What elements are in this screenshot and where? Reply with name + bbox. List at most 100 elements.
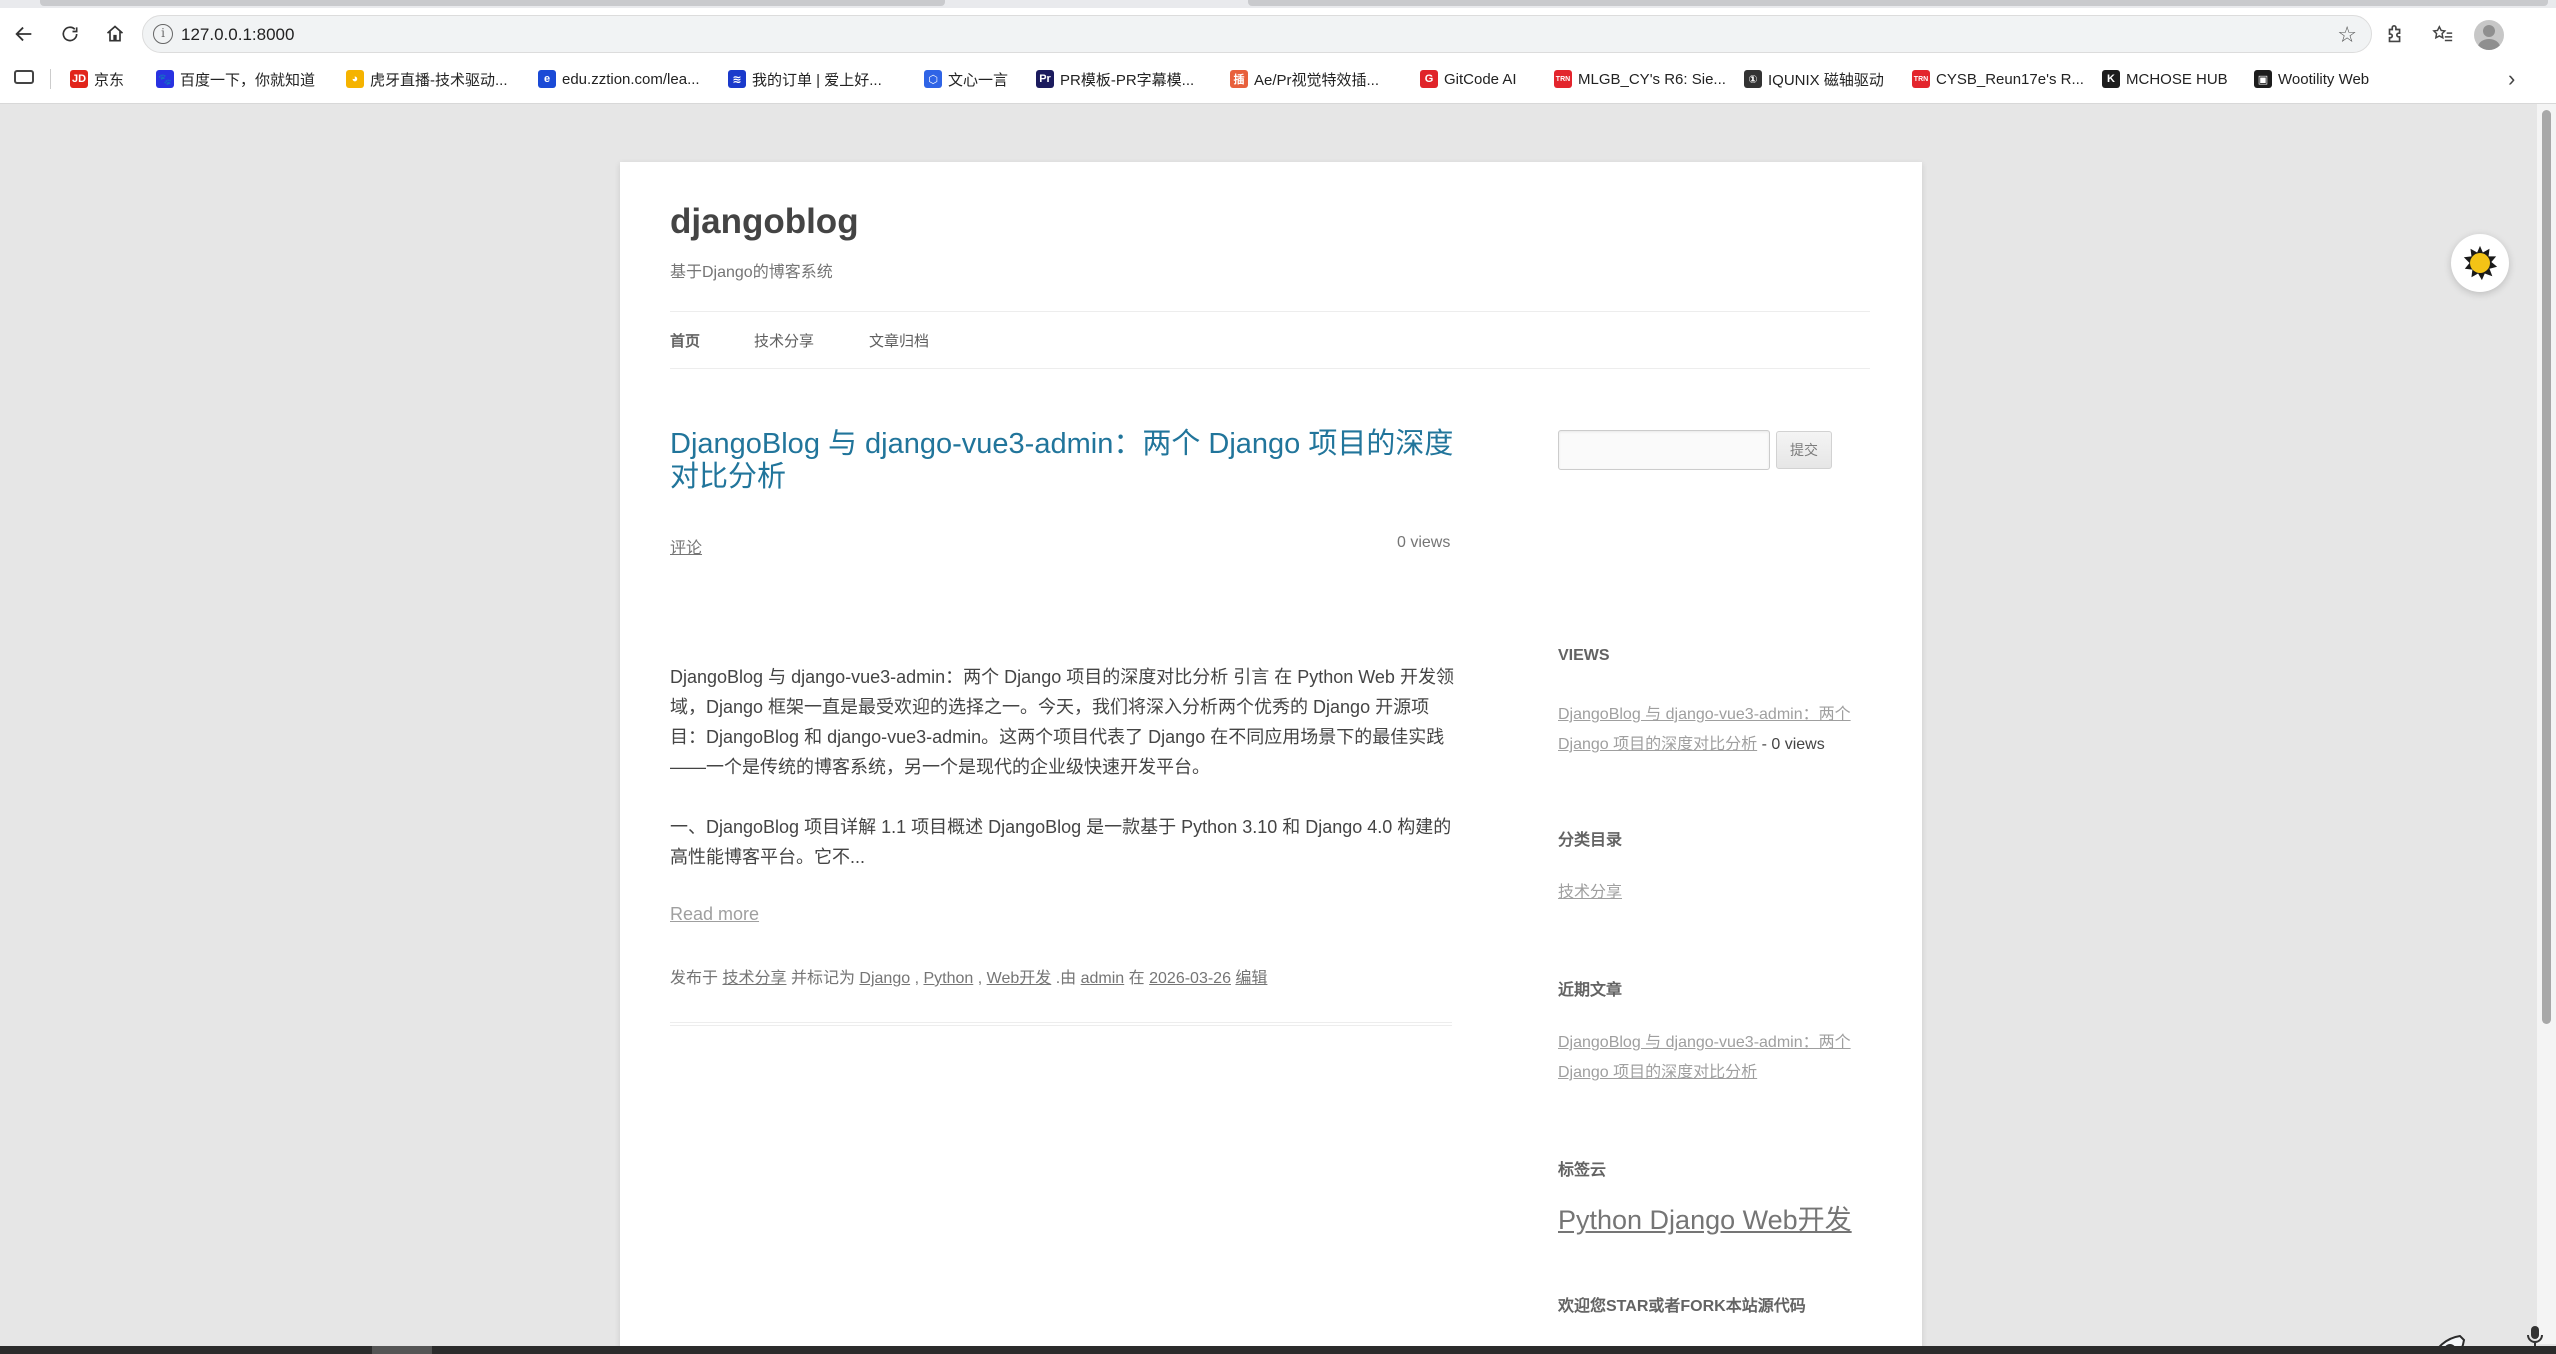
- post-excerpt-paragraph-2: 一、DjangoBlog 项目详解 1.1 项目概述 DjangoBlog 是一…: [670, 817, 1452, 867]
- theme-toggle-button[interactable]: [2451, 234, 2509, 292]
- post-views: 0 views: [1397, 534, 1451, 551]
- bookmarks-overflow-chevron-icon[interactable]: ›: [2508, 66, 2515, 92]
- views-widget-count: - 0 views: [1757, 736, 1825, 753]
- github-widget-title: 欢迎您STAR或者FORK本站源代码: [1558, 1298, 1806, 1315]
- baidu-paw-icon: 🐾: [156, 70, 174, 88]
- browser-tab-active[interactable]: [1248, 0, 2548, 6]
- bookmark-label: MLGB_CY's R6: Sie...: [1578, 70, 1726, 88]
- meta-tag-python[interactable]: Python: [923, 970, 973, 987]
- entry-meta: 发布于 技术分享 并标记为 Django , Python , Web开发 .由…: [670, 964, 1267, 988]
- browser-chrome: i 127.0.0.1:8000 ☆ JD 京东 🐾 百度一下，你就知道 ◕ 虎牙直播-技…: [0, 0, 2556, 104]
- reload-icon: [62, 26, 78, 42]
- page-scrollbar[interactable]: [2537, 104, 2556, 1344]
- bookmark-label: 文心一言: [948, 71, 1009, 89]
- meta-at: 在: [1128, 970, 1145, 987]
- meta-tagged-as: 并标记为: [790, 970, 855, 987]
- bookmark-item[interactable]: Pr PR模板-PR字幕模...: [1036, 66, 1194, 92]
- device-icon[interactable]: [14, 70, 34, 84]
- jd-icon: JD: [70, 70, 88, 88]
- post-separator: [670, 1022, 1452, 1026]
- wenxin-icon: ⬡: [924, 70, 942, 88]
- categories-widget-entry: 技术分享: [1558, 878, 1878, 908]
- puzzle-icon: [2388, 25, 2401, 43]
- bookmark-label: 京东: [94, 71, 125, 89]
- site-description: 基于Django的博客系统: [670, 264, 833, 281]
- taskbar-strip: [0, 1346, 2556, 1354]
- address-bar[interactable]: i 127.0.0.1:8000 ☆: [142, 15, 2372, 53]
- bookmark-item[interactable]: JD 京东: [70, 66, 124, 92]
- post-title-link[interactable]: DjangoBlog 与 django-vue3-admin：两个 Django…: [670, 428, 1460, 494]
- meta-comma: ,: [914, 970, 920, 987]
- recent-posts-widget-title: 近期文章: [1558, 982, 1623, 999]
- meta-published-in: 发布于: [670, 970, 719, 987]
- bookmark-item[interactable]: ① IQUNIX 磁轴驱动: [1744, 66, 1884, 92]
- meta-category-link[interactable]: 技术分享: [722, 970, 786, 987]
- trn-icon-2: TRN: [1912, 70, 1930, 88]
- meta-date-link[interactable]: 2026-03-26: [1149, 970, 1231, 987]
- order-icon: ≋: [728, 70, 746, 88]
- edu-icon: e: [538, 70, 556, 88]
- bookmark-item[interactable]: TRN MLGB_CY's R6: Sie...: [1554, 66, 1726, 92]
- tab-strip: [0, 0, 2556, 8]
- bookmark-item[interactable]: ≋ 我的订单 | 爱上好...: [728, 66, 882, 92]
- menu-item-archive[interactable]: 文章归档: [869, 330, 929, 351]
- tag-cloud-widget-title: 标签云: [1558, 1162, 1607, 1179]
- search-submit-button[interactable]: 提交: [1776, 431, 1832, 469]
- bookmark-label: 虎牙直播-技术驱动...: [370, 71, 508, 89]
- home-button[interactable]: [99, 18, 131, 50]
- tag-cloud-links[interactable]: Python Django Web开发: [1558, 1198, 1852, 1237]
- meta-tag-web[interactable]: Web开发: [987, 970, 1052, 987]
- post-excerpt-paragraph-1: DjangoBlog 与 django-vue3-admin：两个 Django…: [670, 667, 1454, 777]
- bookmark-item[interactable]: 🐾 百度一下，你就知道: [156, 66, 315, 92]
- bookmark-item[interactable]: K MCHOSE HUB: [2102, 66, 2228, 92]
- extensions-button[interactable]: [2380, 20, 2410, 50]
- recent-post-link[interactable]: DjangoBlog 与 django-vue3-admin：两个 Django…: [1558, 1034, 1851, 1081]
- bookmark-star-icon[interactable]: ☆: [2337, 22, 2357, 48]
- taskbar-segment: [372, 1346, 432, 1354]
- gitcode-icon: G: [1420, 70, 1438, 88]
- menu-item-home[interactable]: 首页: [670, 330, 700, 351]
- reload-button[interactable]: [54, 18, 86, 50]
- mchose-icon: K: [2102, 70, 2120, 88]
- microphone-icon[interactable]: [2526, 1324, 2544, 1348]
- category-link-tech-share[interactable]: 技术分享: [1558, 884, 1622, 901]
- url-text[interactable]: 127.0.0.1:8000: [181, 25, 294, 45]
- meta-tag-django[interactable]: Django: [859, 970, 910, 987]
- meta-comma: ,: [977, 970, 983, 987]
- comments-link[interactable]: 评论: [670, 534, 702, 558]
- meta-author-link[interactable]: admin: [1081, 970, 1125, 987]
- bookmark-item[interactable]: ⬡ 文心一言: [924, 66, 1008, 92]
- bookmark-item[interactable]: TRN CYSB_Reun17e's R...: [1912, 66, 2084, 92]
- favorites-button[interactable]: [2428, 20, 2458, 50]
- wootility-icon: ▣: [2254, 70, 2272, 88]
- back-button[interactable]: [8, 18, 40, 50]
- meta-by: .由: [1055, 970, 1077, 987]
- aepr-icon: 插: [1230, 70, 1248, 88]
- trn-icon: TRN: [1554, 70, 1572, 88]
- bookmark-item[interactable]: ◕ 虎牙直播-技术驱动...: [346, 66, 508, 92]
- bookmark-label: IQUNIX 磁轴驱动: [1768, 71, 1884, 89]
- bookmark-item[interactable]: G GitCode AI: [1420, 66, 1517, 92]
- nav-divider-top: [670, 311, 1870, 312]
- site-title[interactable]: djangoblog: [670, 202, 859, 242]
- bookmark-label: PR模板-PR字幕模...: [1060, 71, 1195, 89]
- back-arrow-icon: [15, 26, 32, 42]
- browser-tab[interactable]: [40, 0, 945, 6]
- site-info-icon[interactable]: i: [153, 24, 173, 44]
- search-input[interactable]: [1558, 430, 1770, 470]
- profile-avatar[interactable]: [2474, 20, 2504, 50]
- views-widget-title: VIEWS: [1558, 647, 1610, 664]
- bookmark-item[interactable]: ▣ Wootility Web: [2254, 66, 2369, 92]
- menu-item-tech-share[interactable]: 技术分享: [754, 330, 814, 351]
- site-container: djangoblog 基于Django的博客系统 首页 技术分享 文章归档 Dj…: [620, 162, 1922, 1354]
- scrollbar-thumb[interactable]: [2542, 110, 2551, 1024]
- bookmark-item[interactable]: 插 Ae/Pr视觉特效插...: [1230, 66, 1379, 92]
- read-more-link[interactable]: Read more: [670, 904, 759, 925]
- bookmark-label: 百度一下，你就知道: [180, 71, 316, 89]
- bookmark-label: MCHOSE HUB: [2126, 70, 2228, 88]
- bookmark-label: edu.zztion.com/lea...: [562, 70, 700, 88]
- meta-edit-link[interactable]: 编辑: [1235, 970, 1267, 987]
- favorites-list-icon: [2432, 25, 2453, 42]
- bookmark-item[interactable]: e edu.zztion.com/lea...: [538, 66, 700, 92]
- bookmarks-bar: JD 京东 🐾 百度一下，你就知道 ◕ 虎牙直播-技术驱动... e edu.zztion.c…: [0, 62, 2556, 96]
